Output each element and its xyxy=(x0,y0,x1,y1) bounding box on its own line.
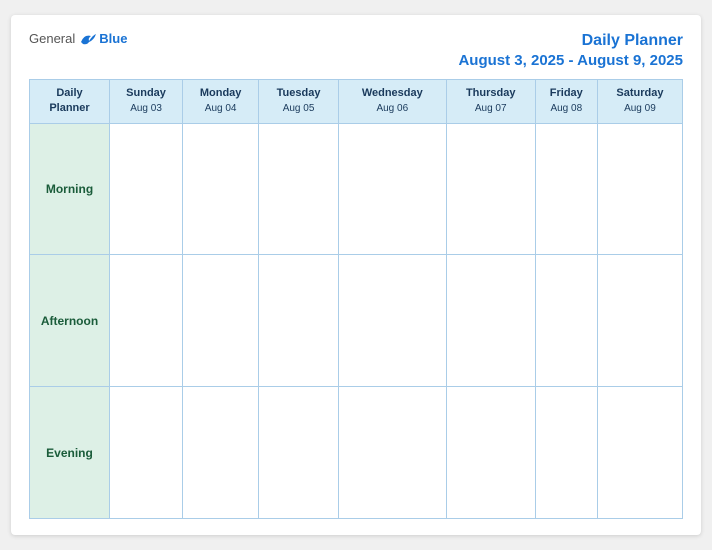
afternoon-label: Afternoon xyxy=(30,255,110,387)
title-area: Daily Planner August 3, 2025 - August 9,… xyxy=(458,31,683,69)
column-header-thursday: Thursday Aug 07 xyxy=(446,79,535,123)
day-name-wednesday: Wednesday xyxy=(341,86,444,101)
evening-friday[interactable] xyxy=(535,387,597,519)
day-date-monday: Aug 04 xyxy=(185,102,256,116)
morning-wednesday[interactable] xyxy=(338,123,446,255)
column-header-wednesday: Wednesday Aug 06 xyxy=(338,79,446,123)
afternoon-row: Afternoon xyxy=(30,255,683,387)
day-name-thursday: Thursday xyxy=(449,86,533,101)
afternoon-thursday[interactable] xyxy=(446,255,535,387)
logo-blue: Blue xyxy=(99,31,127,46)
day-date-friday: Aug 08 xyxy=(538,102,595,116)
evening-thursday[interactable] xyxy=(446,387,535,519)
morning-row: Morning xyxy=(30,123,683,255)
calendar-table: Daily Planner Sunday Aug 03 Monday Aug 0… xyxy=(29,79,683,519)
evening-saturday[interactable] xyxy=(597,387,682,519)
evening-row: Evening xyxy=(30,387,683,519)
column-header-sunday: Sunday Aug 03 xyxy=(110,79,183,123)
day-name-saturday: Saturday xyxy=(600,86,680,101)
afternoon-tuesday[interactable] xyxy=(259,255,339,387)
morning-label: Morning xyxy=(30,123,110,255)
day-name-friday: Friday xyxy=(538,86,595,101)
afternoon-wednesday[interactable] xyxy=(338,255,446,387)
day-date-tuesday: Aug 05 xyxy=(261,102,336,116)
day-name-tuesday: Tuesday xyxy=(261,86,336,101)
column-header-monday: Monday Aug 04 xyxy=(183,79,259,123)
day-date-thursday: Aug 07 xyxy=(449,102,533,116)
column-header-saturday: Saturday Aug 09 xyxy=(597,79,682,123)
logo-general: General xyxy=(29,31,75,46)
label-line2: Planner xyxy=(49,102,89,114)
evening-tuesday[interactable] xyxy=(259,387,339,519)
morning-thursday[interactable] xyxy=(446,123,535,255)
morning-monday[interactable] xyxy=(183,123,259,255)
column-header-tuesday: Tuesday Aug 05 xyxy=(259,79,339,123)
evening-sunday[interactable] xyxy=(110,387,183,519)
afternoon-sunday[interactable] xyxy=(110,255,183,387)
day-date-wednesday: Aug 06 xyxy=(341,102,444,116)
column-header-label: Daily Planner xyxy=(30,79,110,123)
morning-tuesday[interactable] xyxy=(259,123,339,255)
day-date-saturday: Aug 09 xyxy=(600,102,680,116)
logo-area: General Blue xyxy=(29,31,127,46)
date-range: August 3, 2025 - August 9, 2025 xyxy=(458,52,683,69)
afternoon-monday[interactable] xyxy=(183,255,259,387)
afternoon-friday[interactable] xyxy=(535,255,597,387)
header: General Blue Daily Planner August 3, 202… xyxy=(29,31,683,69)
day-name-monday: Monday xyxy=(185,86,256,101)
logo-text: General Blue xyxy=(29,31,127,46)
morning-saturday[interactable] xyxy=(597,123,682,255)
morning-sunday[interactable] xyxy=(110,123,183,255)
evening-monday[interactable] xyxy=(183,387,259,519)
day-date-sunday: Aug 03 xyxy=(112,102,180,116)
page-title: Daily Planner xyxy=(458,31,683,52)
day-name-sunday: Sunday xyxy=(112,86,180,101)
label-line1: Daily xyxy=(56,87,82,99)
column-header-friday: Friday Aug 08 xyxy=(535,79,597,123)
afternoon-saturday[interactable] xyxy=(597,255,682,387)
page: General Blue Daily Planner August 3, 202… xyxy=(11,15,701,535)
morning-friday[interactable] xyxy=(535,123,597,255)
evening-label: Evening xyxy=(30,387,110,519)
evening-wednesday[interactable] xyxy=(338,387,446,519)
header-row: Daily Planner Sunday Aug 03 Monday Aug 0… xyxy=(30,79,683,123)
logo-bird-icon xyxy=(79,32,97,46)
